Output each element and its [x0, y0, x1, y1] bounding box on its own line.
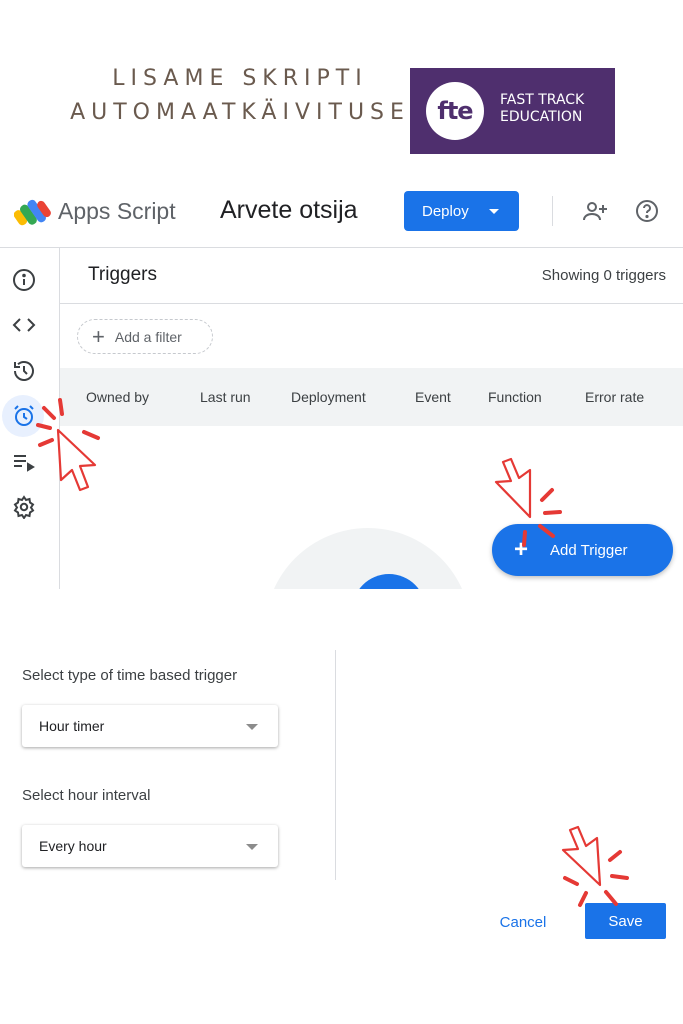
trigger-type-value: Hour timer	[39, 718, 105, 734]
project-title[interactable]: Arvete otsija	[220, 196, 358, 225]
banner-title-line1: LISAME SKRIPTI	[112, 66, 368, 91]
click-pointer-icon	[494, 457, 532, 519]
chevron-down-icon	[488, 208, 499, 214]
dialog-divider	[335, 650, 336, 880]
dropdown-arrow-icon	[246, 844, 258, 850]
trigger-type-select[interactable]: Hour timer	[22, 705, 278, 747]
hour-interval-label: Select hour interval	[22, 787, 151, 804]
gear-icon[interactable]	[10, 493, 38, 521]
screenshot-crop	[0, 589, 683, 1024]
column-error-rate[interactable]: Error rate	[585, 389, 644, 405]
hour-interval-value: Every hour	[39, 838, 107, 854]
add-trigger-button[interactable]: + Add Trigger	[492, 524, 673, 576]
hour-interval-select[interactable]: Every hour	[22, 825, 278, 867]
add-filter-chip[interactable]: + Add a filter	[77, 319, 213, 354]
title-divider	[60, 303, 683, 304]
help-icon[interactable]	[632, 196, 662, 226]
column-event[interactable]: Event	[415, 389, 451, 405]
playlist-icon[interactable]	[10, 448, 38, 476]
banner-title-line2: AUTOMAATKÄIVITUSE	[70, 100, 410, 125]
header-divider-line	[0, 247, 683, 248]
column-last-run[interactable]: Last run	[200, 389, 251, 405]
fte-logo: fte FAST TRACK EDUCATION	[410, 68, 615, 154]
info-icon[interactable]	[10, 266, 38, 294]
plus-icon: +	[92, 323, 105, 349]
add-person-icon[interactable]	[580, 196, 610, 226]
fte-logo-mark: fte	[426, 82, 484, 140]
dropdown-arrow-icon	[246, 724, 258, 730]
code-icon[interactable]	[10, 311, 38, 339]
add-trigger-label: Add Trigger	[550, 541, 628, 559]
click-pointer-icon	[56, 428, 97, 492]
cancel-button[interactable]: Cancel	[493, 910, 553, 934]
page-title: Triggers	[88, 264, 157, 285]
header-divider	[552, 196, 553, 226]
fte-logo-text: fte	[437, 97, 473, 125]
alarm-icon[interactable]	[10, 402, 38, 430]
trigger-type-label: Select type of time based trigger	[22, 667, 238, 684]
brand-name: Apps Script	[58, 198, 176, 224]
filter-label: Add a filter	[114, 328, 182, 345]
column-owned-by[interactable]: Owned by	[86, 389, 149, 405]
deploy-button[interactable]: Deploy	[404, 191, 519, 231]
logo-line2: EDUCATION	[500, 109, 583, 125]
logo-line1: FAST TRACK	[500, 92, 585, 108]
trigger-count: Showing 0 triggers	[541, 267, 666, 284]
history-icon[interactable]	[10, 357, 38, 385]
apps-script-logo-icon	[14, 199, 51, 226]
deploy-label: Deploy	[422, 202, 469, 220]
column-deployment[interactable]: Deployment	[291, 389, 366, 405]
column-function[interactable]: Function	[488, 389, 542, 405]
save-button[interactable]: Save	[585, 903, 666, 939]
plus-icon: +	[514, 536, 529, 563]
